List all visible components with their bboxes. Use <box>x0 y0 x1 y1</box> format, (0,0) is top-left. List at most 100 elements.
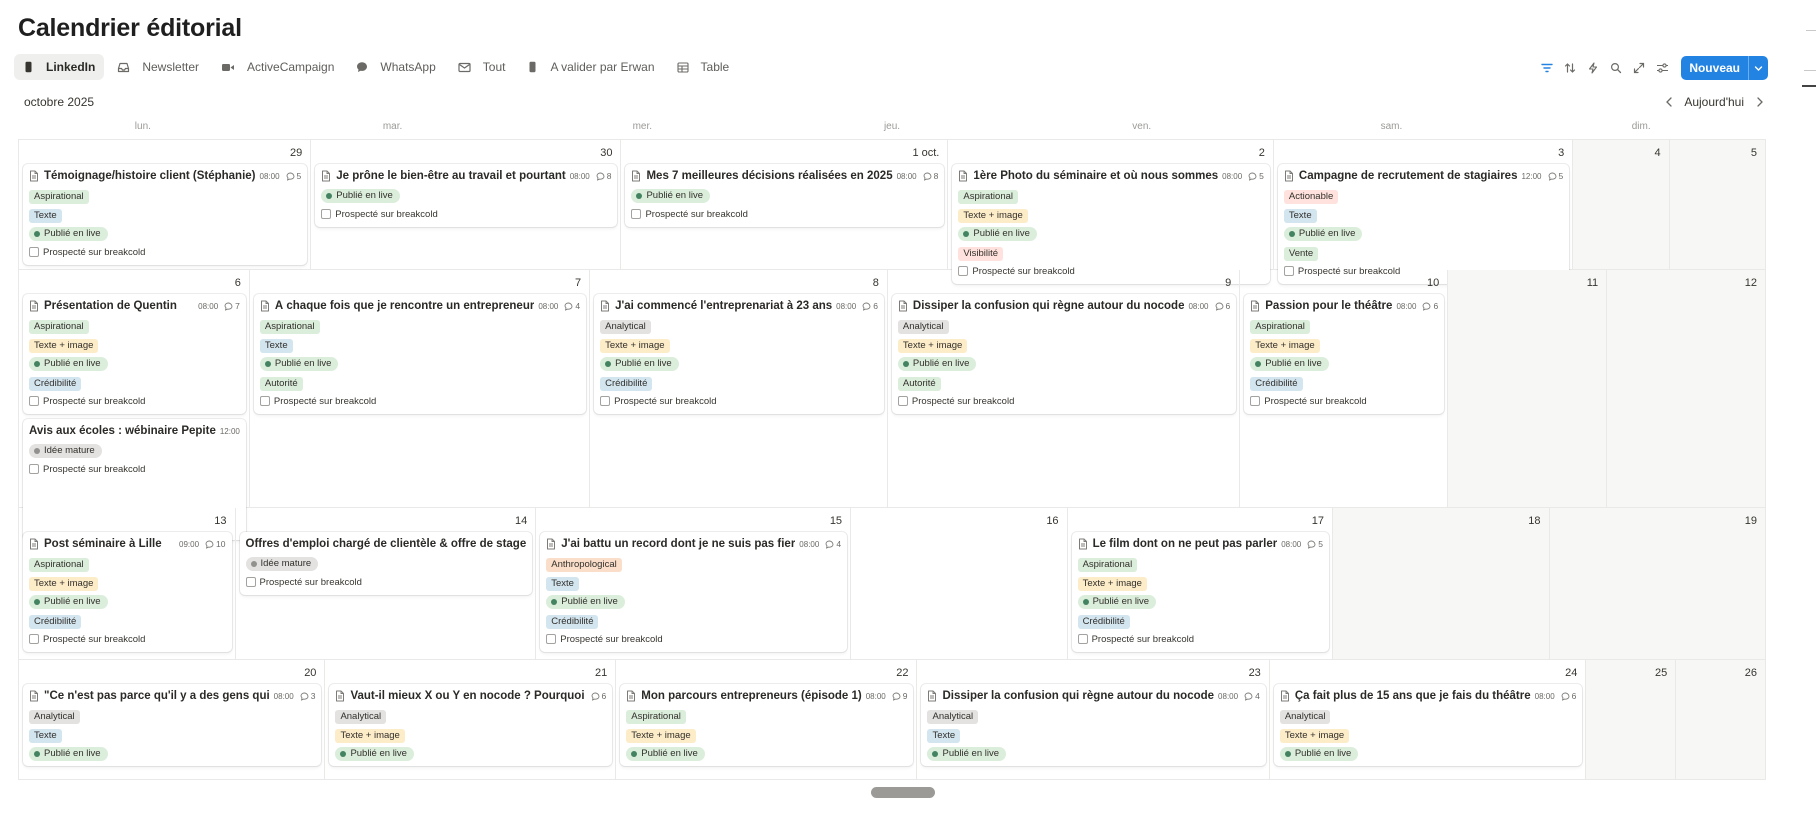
post-card[interactable]: Mes 7 meilleures décisions réalisées en … <box>625 164 945 227</box>
post-card[interactable]: J'ai commencé l'entreprenariat à 23 ans 0… <box>594 294 884 414</box>
card-title[interactable]: Mes 7 meilleures décisions réalisées en … <box>646 170 892 182</box>
card-title[interactable]: Mon parcours entrepreneurs (épisode 1) <box>641 690 861 702</box>
day-cell[interactable]: 17 Le film dont on ne peut pas parler 08:0… <box>1068 508 1333 659</box>
day-cell[interactable]: 9 Dissiper la confusion qui règne autour … <box>888 270 1241 507</box>
breakcold-checkbox[interactable]: Prospecté sur breakcold <box>29 632 226 646</box>
day-cell[interactable]: 8 J'ai commencé l'entreprenariat à 23 ans… <box>590 270 888 507</box>
day-cell[interactable]: 30 Je prône le bien-être au travail et po… <box>311 140 622 269</box>
day-cell[interactable]: 4 <box>1573 140 1670 269</box>
post-card[interactable]: Mon parcours entrepreneurs (épisode 1) 08… <box>620 684 914 766</box>
checkbox[interactable] <box>29 464 39 474</box>
breakcold-checkbox[interactable]: Prospecté sur breakcold <box>897 394 1230 408</box>
card-title[interactable]: À chaque fois que je rencontre un entrep… <box>275 300 534 312</box>
post-card[interactable]: Vaut-il mieux X ou Y en nocode ? Pourquo… <box>329 684 613 766</box>
breakcold-checkbox[interactable]: Prospecté sur breakcold <box>600 394 878 408</box>
tab-newsletter[interactable]: Newsletter <box>108 54 208 80</box>
lightning-icon[interactable] <box>1582 57 1604 79</box>
checkbox[interactable] <box>245 577 256 587</box>
card-title[interactable]: Le film dont on ne peut pas parler <box>1093 538 1278 550</box>
day-cell[interactable]: 13 Post séminaire à Lille 09:00 10 Aspiratio… <box>19 508 236 659</box>
day-cell[interactable]: 20 "Ce n'est pas parce qu'il y a des gens… <box>19 660 326 779</box>
post-card[interactable]: Témoignage/histoire client (Stéphanie) 08… <box>23 164 308 265</box>
post-card[interactable]: 1ère Photo du séminaire et où nous somme… <box>952 164 1270 284</box>
new-button[interactable]: Nouveau <box>1681 56 1768 80</box>
day-cell[interactable]: 2 1ère Photo du séminaire et où nous somm… <box>948 140 1274 284</box>
tab-linkedin[interactable]: LinkedIn <box>14 54 105 80</box>
day-cell[interactable]: 16 <box>851 508 1068 659</box>
search-icon[interactable] <box>1605 57 1627 79</box>
new-button-label[interactable]: Nouveau <box>1681 56 1748 80</box>
settings-sliders-icon[interactable] <box>1651 57 1673 79</box>
tab-label[interactable]: ActiveCampaign <box>247 60 334 74</box>
card-title[interactable]: Témoignage/histoire client (Stéphanie) <box>44 170 256 182</box>
chevron-left-icon[interactable] <box>1660 93 1678 111</box>
expand-icon[interactable] <box>1628 57 1650 79</box>
day-cell[interactable]: 14 Offres d'emploi chargé de clientèle & … <box>236 508 537 659</box>
chevron-down-icon[interactable] <box>1748 56 1768 80</box>
checkbox[interactable] <box>321 209 332 219</box>
checkbox[interactable] <box>259 396 270 406</box>
tab-label[interactable]: Newsletter <box>142 60 199 74</box>
tab-a-valider-par-erwan[interactable]: A valider par Erwan <box>518 54 663 80</box>
breakcold-checkbox[interactable]: Prospecté sur breakcold <box>259 394 580 408</box>
tab-label[interactable]: Tout <box>483 60 506 74</box>
day-cell[interactable]: 26 <box>1676 660 1766 779</box>
day-cell[interactable]: 7 À chaque fois que je rencontre un entre… <box>250 270 591 507</box>
post-card[interactable]: "Ce n'est pas parce qu'il y a des gens q… <box>23 684 322 766</box>
post-card[interactable]: Post séminaire à Lille 09:00 10 Aspirationa… <box>23 532 232 652</box>
breakcold-checkbox[interactable]: Prospecté sur breakcold <box>321 207 611 221</box>
post-card[interactable]: Ça fait plus de 15 ans que je fais du th… <box>1273 684 1583 766</box>
breakcold-checkbox[interactable]: Prospecté sur breakcold <box>29 394 240 408</box>
card-title[interactable]: Présentation de Quentin <box>44 300 194 312</box>
card-title[interactable]: J'ai battu un record dont je ne suis pas… <box>561 538 795 550</box>
day-cell[interactable]: 3 Campagne de recrutement de stagiaires 12… <box>1274 140 1574 284</box>
card-title[interactable]: Dissiper la confusion qui règne autour d… <box>913 300 1185 312</box>
day-cell[interactable]: 22 Mon parcours entrepreneurs (épisode 1)… <box>616 660 918 779</box>
card-title[interactable]: 1ère Photo du séminaire et où nous somme… <box>973 170 1218 182</box>
tab-activecampaign[interactable]: ActiveCampaign <box>212 54 343 80</box>
checkbox[interactable] <box>29 247 39 257</box>
breakcold-checkbox[interactable]: Prospecté sur breakcold <box>1250 394 1438 408</box>
breakcold-checkbox[interactable]: Prospecté sur breakcold <box>631 207 938 221</box>
card-title[interactable]: Ça fait plus de 15 ans que je fais du th… <box>1295 690 1531 702</box>
tab-tout[interactable]: Tout <box>449 54 515 80</box>
post-card[interactable]: À chaque fois que je rencontre un entrep… <box>253 294 587 414</box>
day-cell[interactable]: 24 Ça fait plus de 15 ans que je fais du … <box>1270 660 1587 779</box>
tab-label[interactable]: WhatsApp <box>380 60 435 74</box>
checkbox[interactable] <box>29 396 39 406</box>
day-cell[interactable]: 21 Vaut-il mieux X ou Y en nocode ? Pourq… <box>325 660 617 779</box>
tab-label[interactable]: Table <box>701 60 730 74</box>
chevron-right-icon[interactable] <box>1750 93 1768 111</box>
post-card[interactable]: Dissiper la confusion qui règne autour d… <box>891 294 1237 414</box>
checkbox[interactable] <box>897 396 908 406</box>
tab-label[interactable]: A valider par Erwan <box>550 60 654 74</box>
filter-icon[interactable] <box>1536 57 1558 79</box>
day-cell[interactable]: 23 Dissiper la confusion qui règne autour… <box>917 660 1270 779</box>
day-cell[interactable]: 12 <box>1607 270 1767 507</box>
breakcold-checkbox[interactable]: Prospecté sur breakcold <box>546 632 841 646</box>
card-title[interactable]: Je prône le bien-être au travail et pour… <box>336 170 565 182</box>
horizontal-scrollbar[interactable] <box>871 787 935 798</box>
post-card[interactable]: Je prône le bien-être au travail et pour… <box>315 164 618 227</box>
card-title[interactable]: Passion pour le théâtre <box>1265 300 1392 312</box>
checkbox[interactable] <box>546 634 557 644</box>
day-cell[interactable]: 15 J'ai battu un record dont je ne suis p… <box>536 508 852 659</box>
card-title[interactable]: Vaut-il mieux X ou Y en nocode ? Pourquo… <box>350 690 584 702</box>
post-card[interactable]: Campagne de recrutement de stagiaires 12:… <box>1277 164 1570 284</box>
card-title[interactable]: Campagne de recrutement de stagiaires <box>1299 170 1518 182</box>
tab-label[interactable]: LinkedIn <box>46 60 95 74</box>
sort-icon[interactable] <box>1559 57 1581 79</box>
checkbox[interactable] <box>600 396 611 406</box>
tab-table[interactable]: Table <box>668 54 739 80</box>
checkbox[interactable] <box>29 634 39 644</box>
post-card[interactable]: Présentation de Quentin 08:00 7 Aspirationa… <box>23 294 246 414</box>
post-card[interactable]: Le film dont on ne peut pas parler 08:00 5… <box>1071 532 1329 652</box>
breakcold-checkbox[interactable]: Prospecté sur breakcold <box>1077 632 1323 646</box>
post-card[interactable]: Dissiper la confusion qui règne autour d… <box>921 684 1266 766</box>
breakcold-checkbox[interactable]: Prospecté sur breakcold <box>245 575 527 589</box>
post-card[interactable]: J'ai battu un record dont je ne suis pas… <box>540 532 848 652</box>
day-cell[interactable]: 29 Témoignage/histoire client (Stéphanie)… <box>19 140 312 269</box>
breakcold-checkbox[interactable]: Prospecté sur breakcold <box>29 245 301 259</box>
checkbox[interactable] <box>1250 396 1261 406</box>
day-cell[interactable]: 6 Présentation de Quentin 08:00 7 Aspiration… <box>19 270 250 540</box>
